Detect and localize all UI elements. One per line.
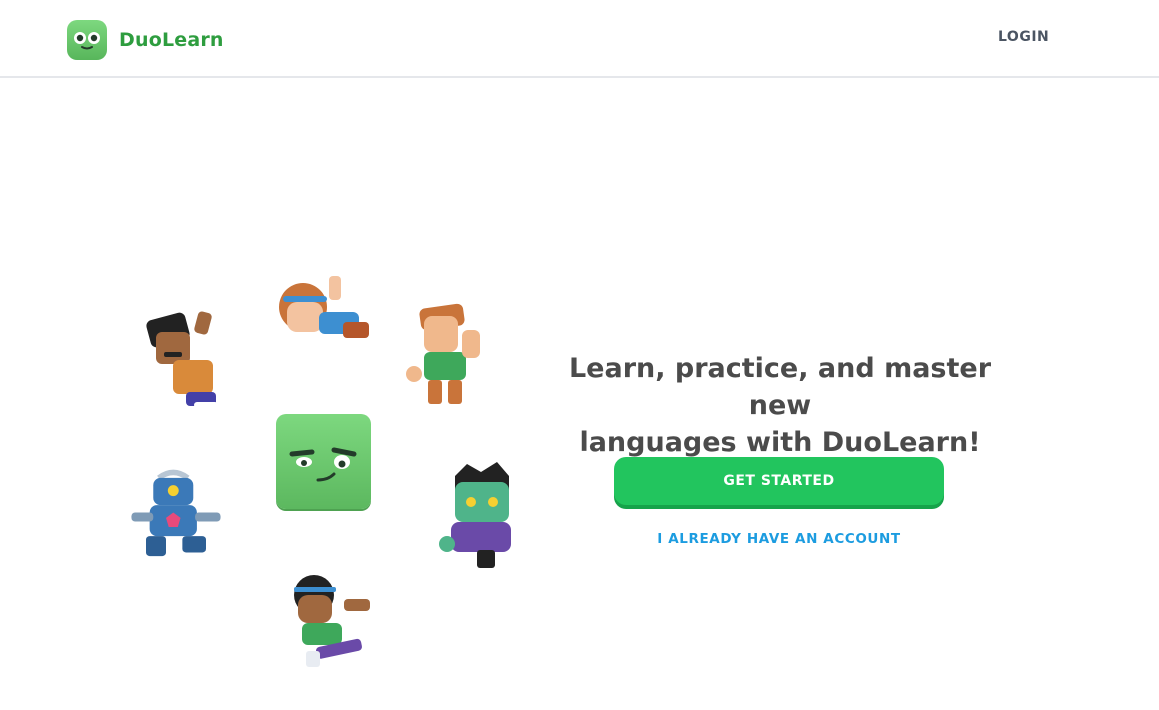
man-with-mustache-character [146, 311, 218, 408]
brand-logo[interactable]: DuoLearn [67, 20, 224, 60]
already-have-account-link[interactable]: I ALREADY HAVE AN ACCOUNT [614, 531, 944, 547]
brand-name: DuoLearn [119, 29, 224, 51]
logo-face-icon [67, 20, 107, 60]
girl-with-headband-character [279, 276, 369, 338]
girl-running-character [294, 575, 370, 667]
get-started-button[interactable]: GET STARTED [614, 457, 944, 505]
headline-line-2: languages with DuoLearn! [579, 427, 981, 458]
green-block-face-icon [276, 414, 371, 509]
headline-line-1: Learn, practice, and master new [568, 353, 992, 421]
hero-headline: Learn, practice, and master new language… [540, 350, 1020, 461]
zombie-character [439, 462, 511, 568]
boy-with-backpack-character [406, 303, 480, 404]
robot-character [131, 469, 221, 557]
login-link[interactable]: LOGIN [986, 27, 1061, 47]
top-header: DuoLearn LOGIN [0, 0, 1159, 78]
